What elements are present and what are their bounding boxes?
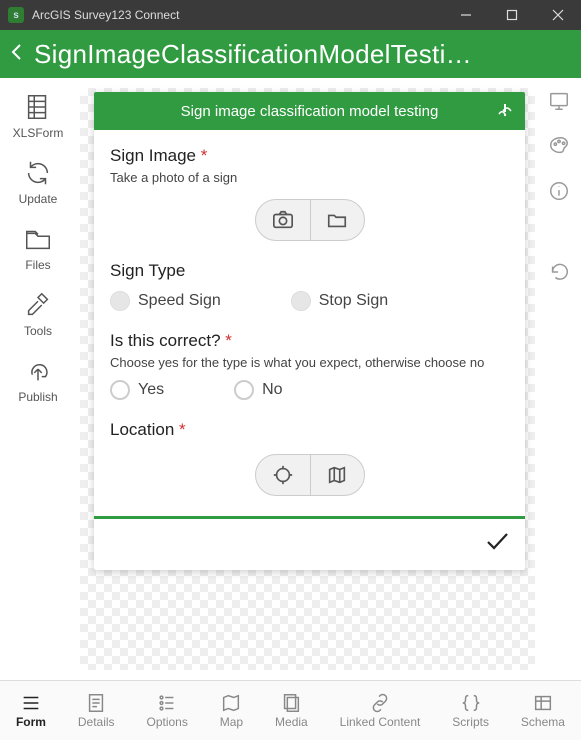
tab-map[interactable]: Map: [220, 692, 243, 729]
image-input-pill: [255, 199, 365, 241]
radio-label: Speed Sign: [138, 292, 221, 310]
form-preview-card: Sign image classification model testing …: [94, 92, 525, 570]
crosshair-icon: [271, 464, 295, 486]
tab-label: Form: [16, 716, 46, 729]
form-header: Sign image classification model testing: [94, 92, 525, 130]
sidebar-item-update[interactable]: Update: [19, 158, 58, 206]
tab-label: Map: [220, 716, 243, 729]
form-title: Sign image classification model testing: [181, 103, 439, 120]
tab-label: Options: [146, 716, 187, 729]
radio-yes[interactable]: Yes: [110, 380, 164, 400]
back-button[interactable]: [8, 41, 34, 67]
question-sign-type: Sign Type Speed Sign Stop Sign: [110, 261, 509, 311]
sidebar-item-files[interactable]: Files: [23, 224, 53, 272]
camera-button[interactable]: [256, 200, 310, 240]
question-is-correct: Is this correct? * Choose yes for the ty…: [110, 331, 509, 400]
radio-dot-icon: [110, 291, 130, 311]
radio-no[interactable]: No: [234, 380, 282, 400]
header-bar: SignImageClassificationModelTesti…: [0, 30, 581, 78]
map-icon: [325, 464, 349, 486]
left-sidebar: XLSForm Update Files Tools Publish: [0, 78, 76, 740]
radio-label: Yes: [138, 381, 164, 399]
radio-dot-icon: [110, 380, 130, 400]
app-logo-icon: s: [8, 7, 24, 23]
tab-label: Scripts: [452, 716, 489, 729]
style-button[interactable]: [548, 135, 570, 162]
q-label: Location: [110, 420, 174, 439]
required-star: *: [225, 331, 232, 350]
check-icon: [483, 527, 511, 555]
bottom-tab-bar: Form Details Options Map Media Linked Co…: [0, 680, 581, 740]
q-label: Sign Image: [110, 146, 196, 165]
sidebar-label: XLSForm: [13, 126, 64, 140]
sidebar-item-publish[interactable]: Publish: [18, 356, 57, 404]
radio-dot-icon: [291, 291, 311, 311]
q-label: Is this correct?: [110, 331, 221, 350]
window-close-button[interactable]: [535, 0, 581, 30]
folder-icon: [325, 209, 349, 231]
map-button[interactable]: [310, 455, 364, 495]
required-star: *: [201, 146, 208, 165]
sidebar-label: Publish: [18, 390, 57, 404]
tab-label: Media: [275, 716, 308, 729]
tab-form[interactable]: Form: [16, 692, 46, 729]
tab-media[interactable]: Media: [275, 692, 308, 729]
folder-button[interactable]: [310, 200, 364, 240]
sidebar-item-xlsform[interactable]: XLSForm: [13, 92, 64, 140]
tab-label: Schema: [521, 716, 565, 729]
radio-label: Stop Sign: [319, 292, 388, 310]
location-input-pill: [255, 454, 365, 496]
signal-icon: [495, 100, 515, 124]
tab-options[interactable]: Options: [146, 692, 187, 729]
window-titlebar: s ArcGIS Survey123 Connect: [0, 0, 581, 30]
window-minimize-button[interactable]: [443, 0, 489, 30]
info-button[interactable]: [548, 180, 570, 207]
camera-icon: [271, 209, 295, 231]
q-hint: Choose yes for the type is what you expe…: [110, 355, 509, 370]
question-sign-image: Sign Image * Take a photo of a sign: [110, 146, 509, 241]
tab-linked-content[interactable]: Linked Content: [340, 692, 421, 729]
right-command-bar: [537, 78, 581, 288]
window-title: ArcGIS Survey123 Connect: [32, 8, 179, 22]
sidebar-label: Update: [19, 192, 58, 206]
sidebar-label: Files: [25, 258, 50, 272]
required-star: *: [179, 420, 186, 439]
sidebar-item-tools[interactable]: Tools: [23, 290, 53, 338]
tab-label: Details: [78, 716, 115, 729]
tab-details[interactable]: Details: [78, 692, 115, 729]
sidebar-label: Tools: [24, 324, 52, 338]
undo-button[interactable]: [548, 261, 570, 288]
window-maximize-button[interactable]: [489, 0, 535, 30]
device-preview-button[interactable]: [548, 90, 570, 117]
q-label: Sign Type: [110, 261, 185, 280]
submit-button[interactable]: [483, 527, 511, 560]
q-hint: Take a photo of a sign: [110, 170, 509, 185]
radio-stop-sign[interactable]: Stop Sign: [291, 291, 388, 311]
radio-speed-sign[interactable]: Speed Sign: [110, 291, 221, 311]
survey-title: SignImageClassificationModelTesti…: [34, 39, 573, 70]
tab-scripts[interactable]: Scripts: [452, 692, 489, 729]
tab-label: Linked Content: [340, 716, 421, 729]
tab-schema[interactable]: Schema: [521, 692, 565, 729]
locate-button[interactable]: [256, 455, 310, 495]
radio-dot-icon: [234, 380, 254, 400]
question-location: Location *: [110, 420, 509, 496]
radio-label: No: [262, 381, 282, 399]
